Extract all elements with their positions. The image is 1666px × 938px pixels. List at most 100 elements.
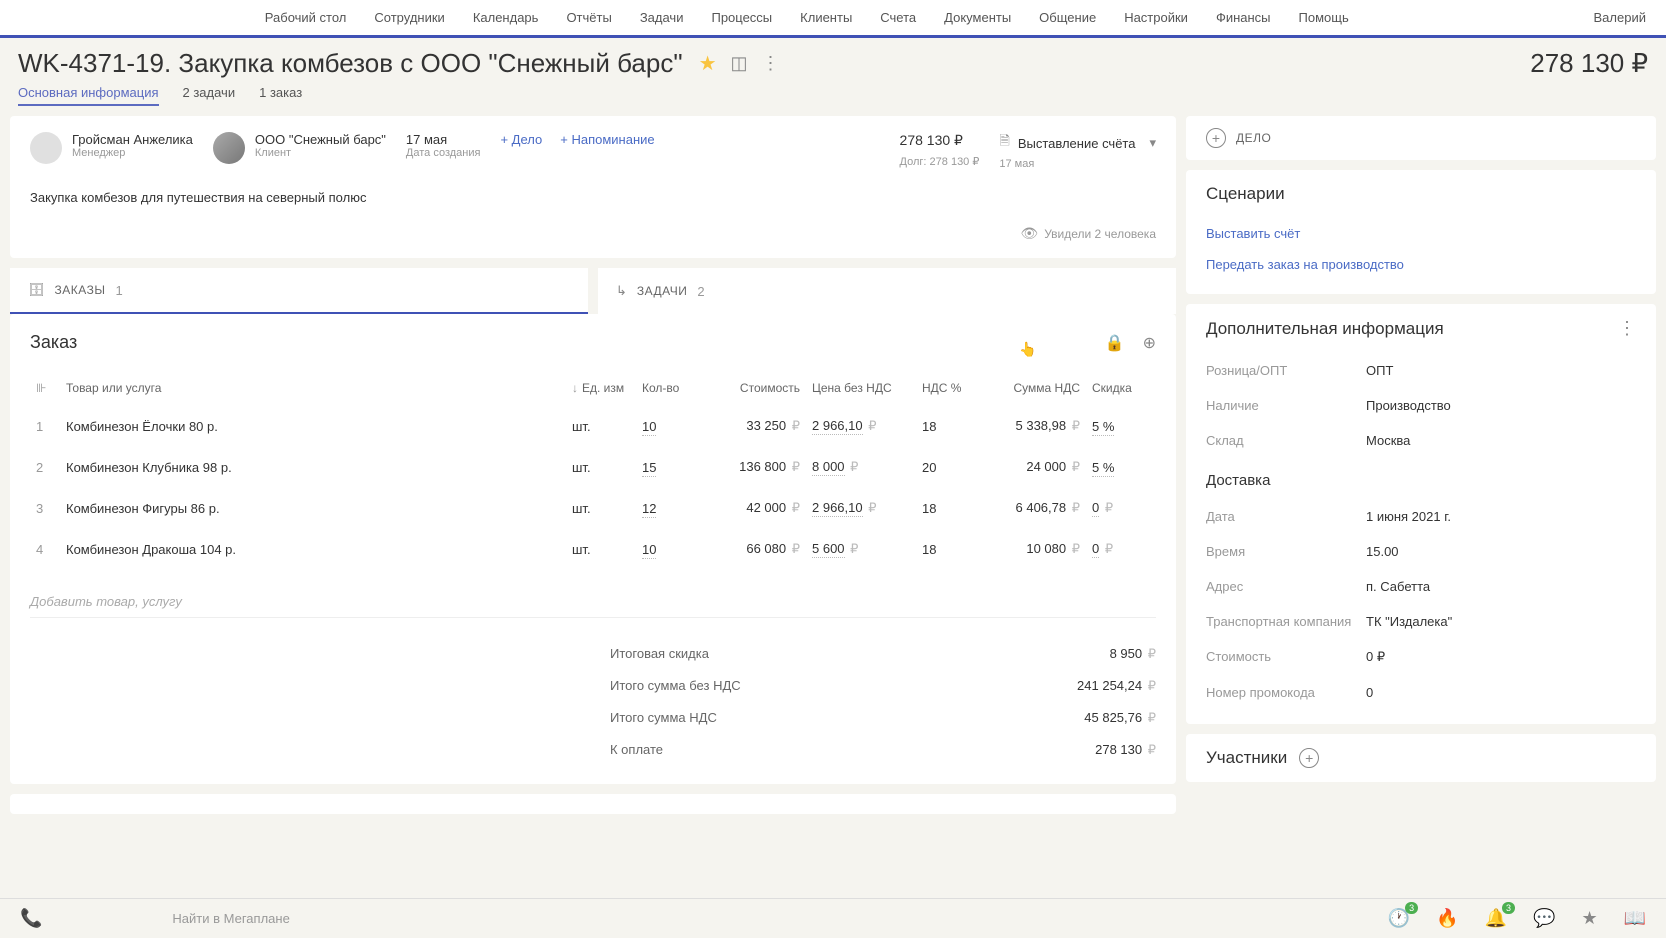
section-tab-tasks[interactable]: ↳ ЗАДАЧИ 2 bbox=[598, 268, 1176, 314]
briefcase-icon: 🗄 bbox=[28, 282, 45, 298]
table-row[interactable]: 3 Комбинезон Фигуры 86 р. шт. 12 42 000 … bbox=[30, 488, 1156, 529]
retail-label: Розница/ОПТ bbox=[1206, 363, 1366, 378]
nav-calendar[interactable]: Календарь bbox=[473, 10, 539, 25]
participants-card: Участники + bbox=[1186, 734, 1656, 782]
top-navigation: Рабочий стол Сотрудники Календарь Отчёты… bbox=[0, 0, 1666, 38]
nav-employees[interactable]: Сотрудники bbox=[374, 10, 444, 25]
row-vat-pct: 20 bbox=[916, 447, 986, 488]
tab-main-info[interactable]: Основная информация bbox=[18, 85, 159, 106]
scenario-production[interactable]: Передать заказ на производство bbox=[1206, 249, 1636, 280]
client-block[interactable]: ООО "Снежный барс" Клиент bbox=[213, 132, 386, 164]
row-price-no-vat[interactable]: 2 966,10 ₽ bbox=[806, 406, 916, 447]
row-discount[interactable]: 0 ₽ bbox=[1086, 529, 1156, 570]
nav-desktop[interactable]: Рабочий стол bbox=[265, 10, 347, 25]
current-user[interactable]: Валерий bbox=[1594, 10, 1646, 25]
row-price-no-vat[interactable]: 8 000 ₽ bbox=[806, 447, 916, 488]
fire-icon[interactable]: 🔥 bbox=[1436, 908, 1458, 929]
clock-icon[interactable]: 🕐3 bbox=[1388, 908, 1410, 929]
views-info[interactable]: 👁 Увидели 2 человека bbox=[30, 225, 1156, 242]
more-icon[interactable]: ⋮ bbox=[762, 53, 780, 74]
orders-tab-count: 1 bbox=[116, 283, 123, 298]
row-discount[interactable]: 5 % bbox=[1086, 447, 1156, 488]
manager-block[interactable]: Гройсман Анжелика Менеджер bbox=[30, 132, 193, 164]
col-qty[interactable]: Кол-во bbox=[636, 371, 706, 406]
col-vat-sum[interactable]: Сумма НДС bbox=[986, 371, 1086, 406]
columns-icon[interactable]: ⊪ bbox=[36, 381, 46, 395]
order-card: Заказ 👆 🔒 ⊕ ⊪ Товар или услуга ↓Ед. изм … bbox=[10, 314, 1176, 784]
addinfo-more-icon[interactable]: ⋮ bbox=[1618, 318, 1636, 339]
table-row[interactable]: 4 Комбинезон Дракоша 104 р. шт. 10 66 08… bbox=[30, 529, 1156, 570]
tab-tasks[interactable]: 2 задачи bbox=[183, 85, 236, 106]
add-icon[interactable]: ⊕ bbox=[1143, 333, 1156, 353]
deal-header-card[interactable]: + ДЕЛО bbox=[1186, 116, 1656, 160]
nav-tasks[interactable]: Задачи bbox=[640, 10, 684, 25]
row-unit: шт. bbox=[566, 406, 636, 447]
total-no-vat-value: 241 254,24 ₽ bbox=[1016, 678, 1156, 694]
book-icon[interactable]: 📖 bbox=[1624, 908, 1646, 929]
stock-label: Наличие bbox=[1206, 398, 1366, 413]
chevron-down-icon: ▾ bbox=[1149, 135, 1156, 151]
row-qty[interactable]: 10 bbox=[636, 406, 706, 447]
row-cost: 66 080 ₽ bbox=[706, 529, 806, 570]
star-icon[interactable]: ★ bbox=[699, 51, 717, 76]
views-text: Увидели 2 человека bbox=[1044, 227, 1156, 241]
delivery-time-label: Время bbox=[1206, 544, 1366, 559]
row-vat-sum: 6 406,78 ₽ bbox=[986, 488, 1086, 529]
row-discount[interactable]: 5 % bbox=[1086, 406, 1156, 447]
chat-icon[interactable]: 💬 bbox=[1533, 908, 1555, 929]
add-reminder-link[interactable]: + Напоминание bbox=[560, 132, 654, 147]
row-qty[interactable]: 10 bbox=[636, 529, 706, 570]
nav-invoices[interactable]: Счета bbox=[880, 10, 916, 25]
add-deal-link[interactable]: + Дело bbox=[500, 132, 542, 147]
row-vat-sum: 5 338,98 ₽ bbox=[986, 406, 1086, 447]
row-qty[interactable]: 15 bbox=[636, 447, 706, 488]
col-name[interactable]: Товар или услуга bbox=[60, 371, 566, 406]
warehouse-label: Склад bbox=[1206, 433, 1366, 448]
global-search[interactable]: Найти в Мегаплане bbox=[172, 911, 1387, 926]
page-header: WK-4371-19. Закупка комбезов с ООО "Снеж… bbox=[0, 38, 1666, 85]
header-amount: 278 130 ₽ bbox=[1530, 48, 1648, 79]
nav-chat[interactable]: Общение bbox=[1039, 10, 1096, 25]
nav-reports[interactable]: Отчёты bbox=[566, 10, 611, 25]
add-participant-icon[interactable]: + bbox=[1299, 748, 1319, 768]
status-block[interactable]: 🗎 Выставление счёта ▾ 17 мая bbox=[999, 132, 1156, 170]
tab-order[interactable]: 1 заказ bbox=[259, 85, 302, 106]
row-discount[interactable]: 0 ₽ bbox=[1086, 488, 1156, 529]
bell-icon[interactable]: 🔔3 bbox=[1485, 908, 1507, 929]
nav-documents[interactable]: Документы bbox=[944, 10, 1011, 25]
nav-finance[interactable]: Финансы bbox=[1216, 10, 1271, 25]
section-tab-orders[interactable]: 🗄 ЗАКАЗЫ 1 bbox=[10, 268, 588, 314]
star-footer-icon[interactable]: ★ bbox=[1581, 908, 1597, 929]
row-qty[interactable]: 12 bbox=[636, 488, 706, 529]
delivery-time-value: 15.00 bbox=[1366, 544, 1399, 559]
scenario-invoice[interactable]: Выставить счёт bbox=[1206, 218, 1636, 249]
carrier-label: Транспортная компания bbox=[1206, 614, 1366, 629]
table-row[interactable]: 2 Комбинезон Клубника 98 р. шт. 15 136 8… bbox=[30, 447, 1156, 488]
table-row[interactable]: 1 Комбинезон Ёлочки 80 р. шт. 10 33 250 … bbox=[30, 406, 1156, 447]
plus-circle-icon[interactable]: + bbox=[1206, 128, 1226, 148]
col-discount[interactable]: Скидка bbox=[1086, 371, 1156, 406]
next-card-peek bbox=[10, 794, 1176, 814]
delivery-cost-label: Стоимость bbox=[1206, 649, 1366, 665]
row-vat-sum: 10 080 ₽ bbox=[986, 529, 1086, 570]
col-cost[interactable]: Стоимость bbox=[706, 371, 806, 406]
nav-help[interactable]: Помощь bbox=[1299, 10, 1349, 25]
add-item-input[interactable]: Добавить товар, услугу bbox=[30, 586, 1156, 618]
col-price-no-vat[interactable]: Цена без НДС bbox=[806, 371, 916, 406]
status-date: 17 мая bbox=[999, 158, 1156, 170]
total-no-vat-label: Итого сумма без НДС bbox=[30, 678, 1016, 694]
description: Закупка комбезов для путешествия на севе… bbox=[30, 190, 1156, 205]
scenarios-title: Сценарии bbox=[1206, 184, 1636, 204]
nav-settings[interactable]: Настройки bbox=[1124, 10, 1188, 25]
col-vat-pct[interactable]: НДС % bbox=[916, 371, 986, 406]
lock-icon[interactable]: 🔒 bbox=[1105, 333, 1125, 353]
nav-processes[interactable]: Процессы bbox=[711, 10, 772, 25]
sort-icon[interactable]: ↓ bbox=[572, 381, 578, 395]
page-tabs: Основная информация 2 задачи 1 заказ bbox=[0, 85, 1666, 116]
phone-icon[interactable]: 📞 bbox=[20, 908, 42, 929]
deal-label: ДЕЛО bbox=[1236, 131, 1271, 145]
tag-icon[interactable]: ◫ bbox=[731, 53, 748, 74]
row-price-no-vat[interactable]: 2 966,10 ₽ bbox=[806, 488, 916, 529]
nav-clients[interactable]: Клиенты bbox=[800, 10, 852, 25]
row-price-no-vat[interactable]: 5 600 ₽ bbox=[806, 529, 916, 570]
